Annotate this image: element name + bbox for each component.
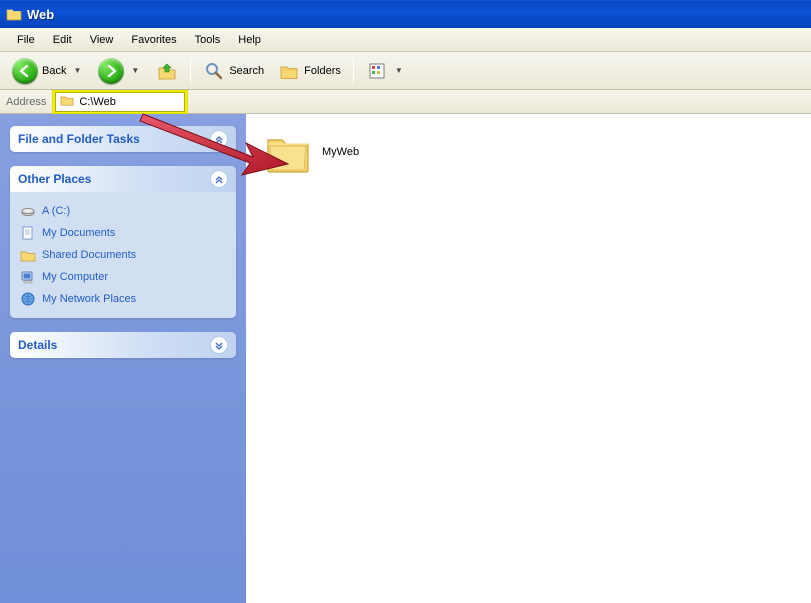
chevron-down-icon: ▼ <box>70 66 84 75</box>
address-path: C:\Web <box>79 96 115 108</box>
menu-tools[interactable]: Tools <box>186 31 230 49</box>
place-my-documents[interactable]: My Documents <box>20 222 226 244</box>
menu-view[interactable]: View <box>81 31 123 49</box>
folder-icon <box>264 128 312 176</box>
folders-label: Folders <box>304 65 341 77</box>
details-header[interactable]: Details <box>10 332 236 358</box>
chevron-down-icon: ▼ <box>128 66 142 75</box>
up-button[interactable] <box>150 56 184 86</box>
menu-edit[interactable]: Edit <box>44 31 81 49</box>
documents-icon <box>20 225 36 241</box>
details-panel: Details <box>10 332 236 358</box>
address-highlight: C:\Web <box>52 90 188 114</box>
other-places-header[interactable]: Other Places <box>10 166 236 192</box>
expand-icon[interactable] <box>210 336 228 354</box>
other-places-title: Other Places <box>18 172 91 186</box>
up-folder-icon <box>156 60 178 82</box>
other-places-body: A (C:) My Documents Shared Documents <box>10 192 236 318</box>
place-label: My Network Places <box>42 293 136 305</box>
expand-icon[interactable] <box>210 130 228 148</box>
folder-icon <box>60 93 74 110</box>
back-label: Back <box>42 65 66 77</box>
tasks-side-panel: File and Folder Tasks Other Places A (C:… <box>0 114 246 603</box>
menu-bar: File Edit View Favorites Tools Help <box>0 28 811 52</box>
search-icon <box>203 60 225 82</box>
address-bar: Address C:\Web <box>0 90 811 114</box>
title-bar[interactable]: Web <box>0 0 811 28</box>
place-my-network-places[interactable]: My Network Places <box>20 288 226 310</box>
details-title: Details <box>18 338 57 352</box>
search-label: Search <box>229 65 264 77</box>
folders-button[interactable]: Folders <box>272 56 347 86</box>
shared-folder-icon <box>20 247 36 263</box>
views-button[interactable]: ▼ <box>360 56 412 86</box>
views-icon <box>366 60 388 82</box>
chevron-down-icon: ▼ <box>392 66 406 75</box>
address-label: Address <box>6 96 46 108</box>
toolbar: Back ▼ ▼ Search <box>0 52 811 90</box>
place-label: A (C:) <box>42 205 70 217</box>
folder-icon <box>6 6 22 22</box>
back-button[interactable]: Back ▼ <box>6 54 90 88</box>
forward-button[interactable]: ▼ <box>92 54 148 88</box>
place-shared-documents[interactable]: Shared Documents <box>20 244 226 266</box>
search-button[interactable]: Search <box>197 56 270 86</box>
folders-icon <box>278 60 300 82</box>
drive-icon <box>20 203 36 219</box>
toolbar-separator <box>353 58 354 84</box>
other-places-panel: Other Places A (C:) My Documents <box>10 166 236 318</box>
computer-icon <box>20 269 36 285</box>
menu-help[interactable]: Help <box>229 31 270 49</box>
toolbar-separator <box>190 58 191 84</box>
address-field[interactable]: C:\Web <box>55 92 185 112</box>
file-folder-tasks-panel: File and Folder Tasks <box>10 126 236 152</box>
network-icon <box>20 291 36 307</box>
forward-arrow-icon <box>98 58 124 84</box>
place-label: Shared Documents <box>42 249 136 261</box>
window-title: Web <box>27 7 54 22</box>
main-area: File and Folder Tasks Other Places A (C:… <box>0 114 811 603</box>
menu-file[interactable]: File <box>8 31 44 49</box>
folder-item-myweb[interactable]: MyWeb <box>264 128 793 176</box>
back-arrow-icon <box>12 58 38 84</box>
place-label: My Documents <box>42 227 115 239</box>
folder-item-label: MyWeb <box>322 146 359 158</box>
file-folder-tasks-title: File and Folder Tasks <box>18 132 140 146</box>
folder-content-pane[interactable]: MyWeb <box>246 114 811 603</box>
place-drive-c[interactable]: A (C:) <box>20 200 226 222</box>
place-my-computer[interactable]: My Computer <box>20 266 226 288</box>
menu-favorites[interactable]: Favorites <box>122 31 185 49</box>
place-label: My Computer <box>42 271 108 283</box>
collapse-icon[interactable] <box>210 170 228 188</box>
file-folder-tasks-header[interactable]: File and Folder Tasks <box>10 126 236 152</box>
